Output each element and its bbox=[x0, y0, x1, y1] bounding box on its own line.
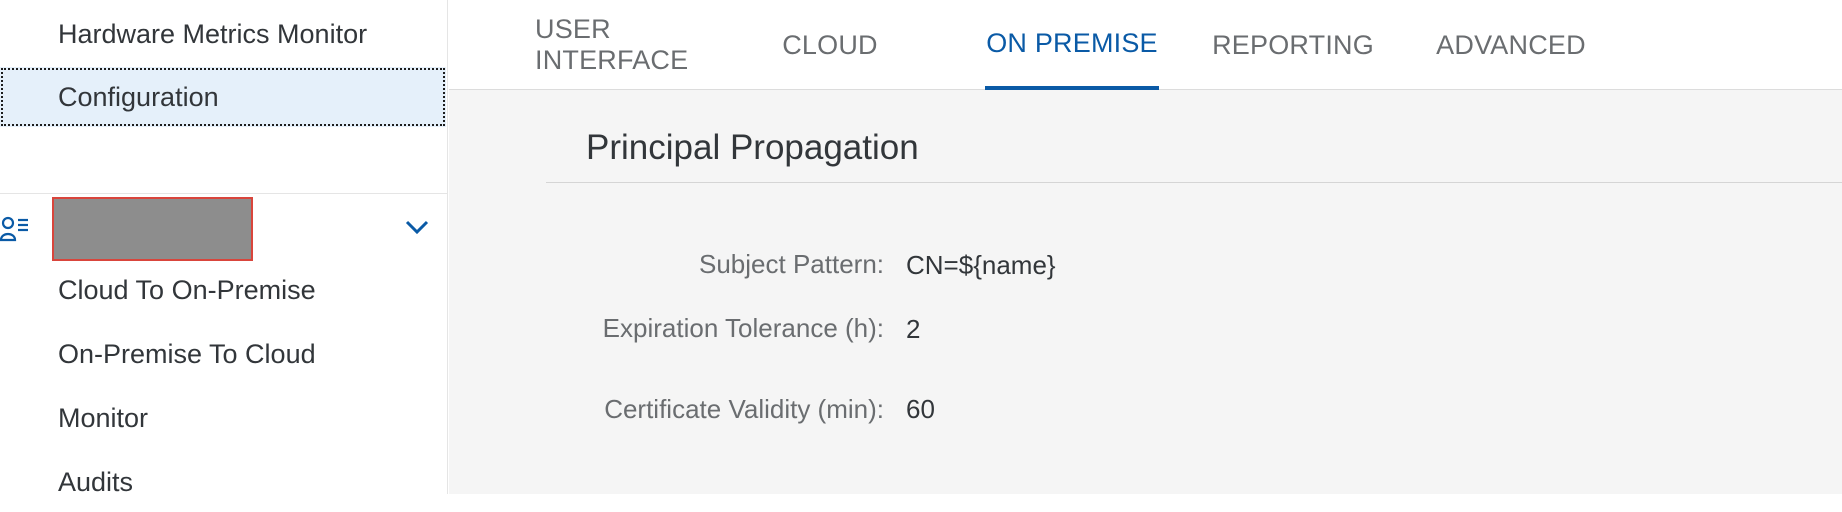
tab-reporting[interactable]: REPORTING bbox=[1212, 0, 1374, 90]
tab-on-premise[interactable]: ON PREMISE bbox=[985, 0, 1159, 90]
tab-user-interface[interactable]: USER INTERFACE bbox=[535, 0, 725, 90]
certificate-validity-value: 60 bbox=[906, 394, 935, 424]
sidebar-item-label: Audits bbox=[58, 466, 134, 497]
expiration-tolerance-value: 2 bbox=[906, 314, 921, 344]
tab-label: CLOUD bbox=[782, 29, 878, 60]
sidebar-group-header[interactable] bbox=[0, 193, 447, 263]
sidebar-item-audits[interactable]: Audits bbox=[0, 452, 446, 512]
section-divider bbox=[546, 182, 1842, 183]
section-title: Principal Propagation bbox=[586, 128, 919, 167]
sidebar-item-hardware-metrics-monitor[interactable]: Hardware Metrics Monitor bbox=[0, 4, 446, 64]
sidebar: Hardware Metrics Monitor Configuration C… bbox=[0, 0, 448, 497]
expiration-tolerance-label: Expiration Tolerance (h): bbox=[602, 313, 884, 343]
sidebar-item-label: Monitor bbox=[58, 402, 149, 433]
sidebar-item-label: Cloud To On-Premise bbox=[58, 274, 316, 305]
tab-label: REPORTING bbox=[1212, 29, 1374, 60]
sidebar-item-label: On-Premise To Cloud bbox=[58, 338, 316, 369]
subject-pattern-label: Subject Pattern: bbox=[699, 249, 884, 279]
redacted-group-name bbox=[52, 197, 253, 261]
sidebar-item-label: Configuration bbox=[58, 81, 219, 112]
certificate-validity-label: Certificate Validity (min): bbox=[604, 394, 884, 424]
user-list-icon bbox=[0, 216, 28, 242]
tab-bar: USER INTERFACE CLOUD ON PREMISE REPORTIN… bbox=[449, 0, 1842, 90]
tab-label: ON PREMISE bbox=[986, 27, 1158, 58]
sidebar-item-label: Hardware Metrics Monitor bbox=[58, 18, 368, 49]
sidebar-item-cloud-to-on-premise[interactable]: Cloud To On-Premise bbox=[0, 260, 446, 320]
tab-label: ADVANCED bbox=[1436, 29, 1586, 60]
sidebar-item-configuration[interactable]: Configuration bbox=[0, 67, 446, 127]
tab-label: USER INTERFACE bbox=[535, 14, 689, 75]
main-content: Principal Propagation Subject Pattern: C… bbox=[449, 90, 1842, 494]
tab-advanced[interactable]: ADVANCED bbox=[1436, 0, 1586, 90]
subject-pattern-value: CN=${name} bbox=[906, 250, 1056, 280]
tab-cloud[interactable]: CLOUD bbox=[780, 0, 880, 90]
sidebar-item-monitor[interactable]: Monitor bbox=[0, 388, 446, 448]
sidebar-item-on-premise-to-cloud[interactable]: On-Premise To Cloud bbox=[0, 324, 446, 384]
chevron-down-icon[interactable] bbox=[403, 213, 431, 241]
